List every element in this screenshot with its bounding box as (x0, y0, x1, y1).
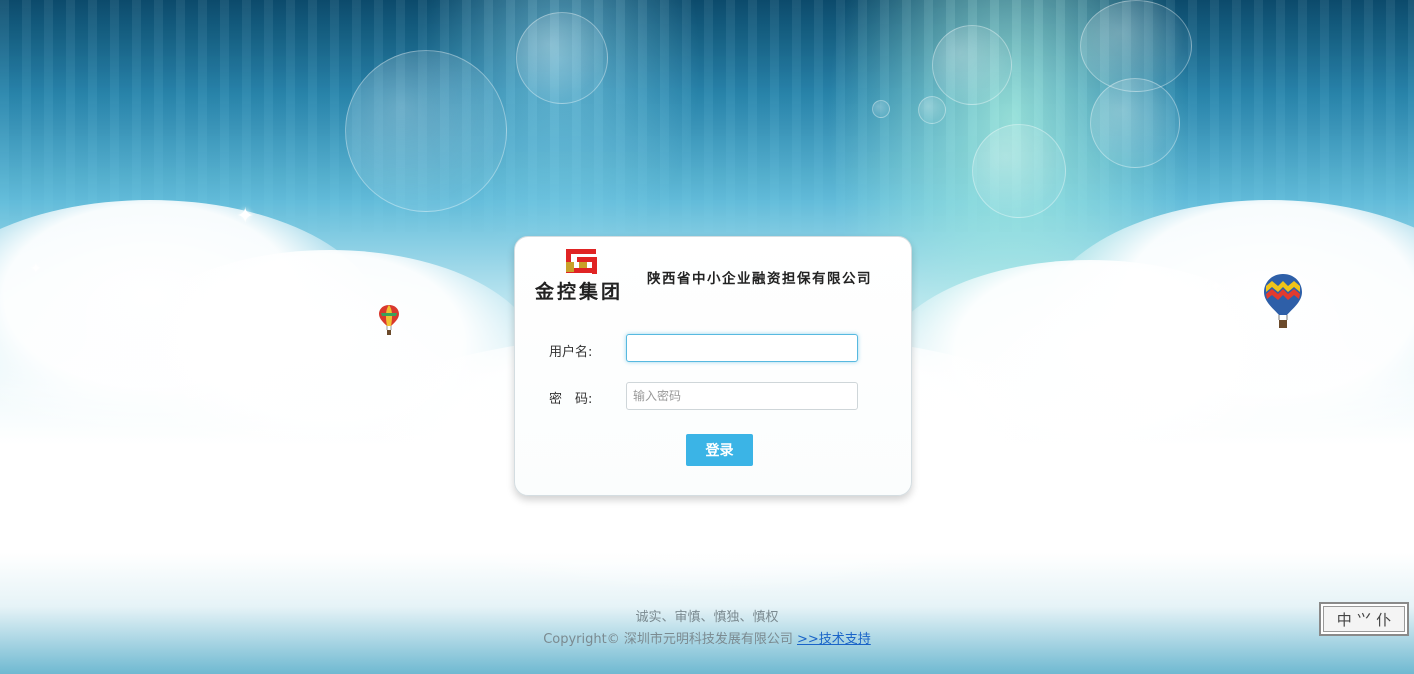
footer-motto: 诚实、审慎、慎独、慎权 (635, 610, 779, 625)
username-label: 用户名: (549, 345, 593, 360)
login-button[interactable]: 登录 (686, 434, 753, 466)
copyright-text: Copyright© 深圳市元明科技发展有限公司 (543, 632, 793, 647)
login-page: ✦ ✦ ✦ ✦ ✦ ✦ 金控集团 陕西省中小企业融资担保有限公司 用户名: 密 … (0, 0, 1414, 674)
sparkle-icon: ✦ (236, 204, 255, 229)
logo-text: 金控集团 (535, 281, 624, 303)
username-input[interactable] (626, 334, 858, 362)
decorative-bubble (345, 50, 507, 212)
decorative-bubble (918, 96, 946, 124)
sparkle-icon: ✦ (230, 307, 242, 323)
sparkle-icon: ✦ (1148, 335, 1160, 351)
password-label: 密 码: (549, 392, 593, 407)
decorative-bubble (1090, 78, 1180, 168)
decorative-bubble (516, 12, 608, 104)
sparkle-icon: ✦ (284, 355, 296, 371)
password-input[interactable] (626, 382, 858, 410)
tech-support-link[interactable]: >>技术支持 (797, 632, 871, 647)
decorative-bubble (872, 100, 890, 118)
decorative-bubble (972, 124, 1066, 218)
language-switch-button[interactable]: 中 ⺍ 仆 (1319, 602, 1409, 636)
sparkle-icon: ✦ (1210, 279, 1222, 295)
decorative-bubble (932, 25, 1012, 105)
company-name: 陕西省中小企业融资担保有限公司 (647, 271, 872, 287)
language-switch-label: 中 ⺍ 仆 (1336, 610, 1392, 629)
hot-air-balloon-icon (1264, 274, 1302, 328)
company-logo-icon (566, 249, 597, 274)
footer-copyright: Copyright© 深圳市元明科技发展有限公司 >>技术支持 (0, 628, 1414, 647)
login-panel: 金控集团 陕西省中小企业融资担保有限公司 用户名: 密 码: 登录 (514, 236, 912, 496)
hot-air-balloon-icon (379, 305, 399, 335)
sparkle-icon: ✦ (30, 261, 42, 277)
